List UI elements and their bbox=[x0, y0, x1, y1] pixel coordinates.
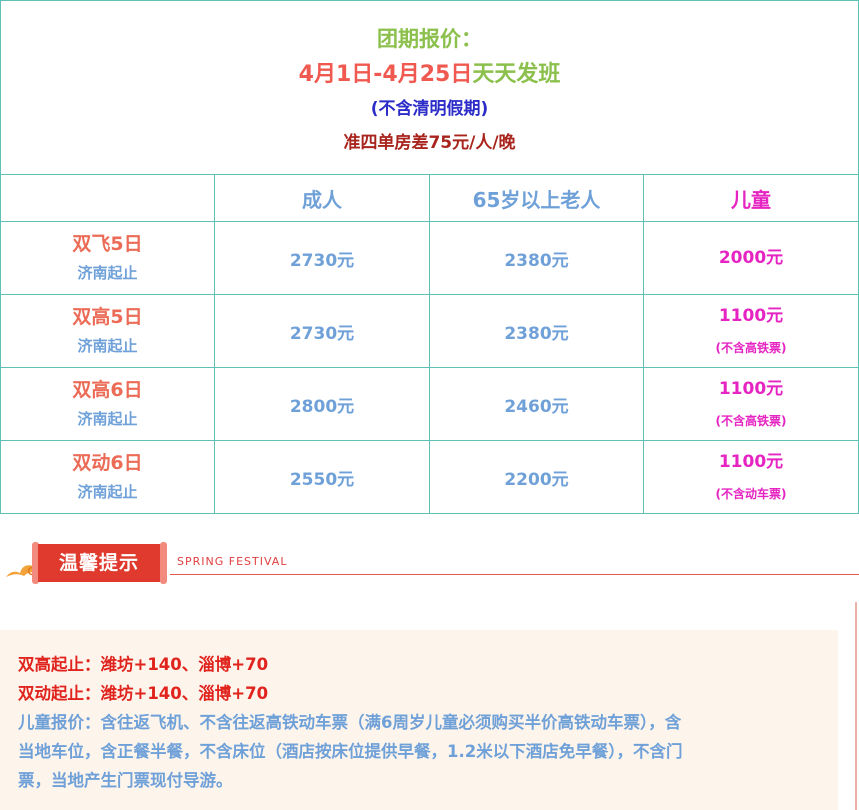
tips-header: 温馨提示 SPRING FESTIVAL bbox=[0, 535, 859, 590]
note-line: 双高起止：潍坊+140、淄博+70 bbox=[18, 655, 269, 674]
route-name: 双动6日 bbox=[72, 452, 143, 475]
price-child-cell: 1100元 (不含高铁票) bbox=[643, 367, 859, 441]
tips-divider bbox=[170, 574, 859, 575]
price-adult: 2730元 bbox=[214, 294, 430, 368]
route-name: 双飞5日 bbox=[72, 233, 143, 256]
note-line: 票，当地产生门票现付导游。 bbox=[18, 771, 233, 790]
table-row: 双高6日 济南起止 2800元 2460元 1100元 (不含高铁票) bbox=[0, 367, 859, 441]
price-adult: 2730元 bbox=[214, 221, 430, 295]
header-exclusion: (不含清明假期) bbox=[370, 98, 489, 119]
header-title: 团期报价： bbox=[377, 26, 482, 51]
note-line: 儿童报价：含往返飞机、不含往返高铁动车票（满6周岁儿童必须购买半价高铁动车票），… bbox=[18, 713, 682, 732]
column-header-blank bbox=[0, 174, 215, 222]
header-room-diff: 准四单房差75元/人/晚 bbox=[343, 132, 516, 153]
price-child-cell: 1100元 (不含动车票) bbox=[643, 440, 859, 514]
route-cell: 双飞5日 济南起止 bbox=[0, 221, 215, 295]
table-header-cell: 团期报价： 4月1日-4月25日天天发班 (不含清明假期) 准四单房差75元/人… bbox=[0, 0, 859, 175]
header-date-line: 4月1日-4月25日天天发班 bbox=[1, 61, 858, 87]
column-header-senior: 65岁以上老人 bbox=[429, 174, 644, 222]
tips-subtitle: SPRING FESTIVAL bbox=[177, 555, 288, 568]
header-date-range: 4月1日-4月25日 bbox=[298, 61, 473, 87]
route-from: 济南起止 bbox=[77, 409, 138, 428]
scroll-right-end bbox=[160, 542, 167, 584]
price-child: 2000元 bbox=[718, 247, 784, 268]
route-cell: 双高5日 济南起止 bbox=[0, 294, 215, 368]
price-adult: 2800元 bbox=[214, 367, 430, 441]
route-cell: 双动6日 济南起止 bbox=[0, 440, 215, 514]
price-child-note: (不含高铁票) bbox=[715, 340, 787, 355]
note-line: 双动起止：潍坊+140、淄博+70 bbox=[18, 684, 269, 703]
route-name: 双高6日 bbox=[72, 379, 143, 402]
price-senior: 2380元 bbox=[429, 294, 644, 368]
route-from: 济南起止 bbox=[77, 482, 138, 501]
table-row: 双飞5日 济南起止 2730元 2380元 2000元 bbox=[0, 221, 859, 295]
route-from: 济南起止 bbox=[77, 263, 138, 282]
price-table: 团期报价： 4月1日-4月25日天天发班 (不含清明假期) 准四单房差75元/人… bbox=[0, 0, 859, 514]
table-row: 双动6日 济南起止 2550元 2200元 1100元 (不含动车票) bbox=[0, 440, 859, 514]
price-senior: 2460元 bbox=[429, 367, 644, 441]
price-senior: 2200元 bbox=[429, 440, 644, 514]
price-child: 1100元 bbox=[718, 452, 784, 473]
right-edge-mark bbox=[855, 602, 857, 810]
price-child-note: (不含高铁票) bbox=[715, 413, 787, 428]
notes-panel: 双高起止：潍坊+140、淄博+70 双动起止：潍坊+140、淄博+70 儿童报价… bbox=[0, 630, 838, 810]
price-child-cell: 1100元 (不含高铁票) bbox=[643, 294, 859, 368]
route-name: 双高5日 bbox=[72, 306, 143, 329]
price-senior: 2380元 bbox=[429, 221, 644, 295]
header-daily: 天天发班 bbox=[472, 61, 561, 87]
column-header-child: 儿童 bbox=[643, 174, 859, 222]
column-header-adult: 成人 bbox=[214, 174, 430, 222]
route-from: 济南起止 bbox=[77, 336, 138, 355]
price-child-note: (不含动车票) bbox=[715, 486, 787, 501]
price-child: 1100元 bbox=[718, 379, 784, 400]
note-line: 当地车位，含正餐半餐，不含床位（酒店按床位提供早餐，1.2米以下酒店免早餐），不… bbox=[18, 742, 683, 761]
route-cell: 双高6日 济南起止 bbox=[0, 367, 215, 441]
price-child-cell: 2000元 bbox=[643, 221, 859, 295]
tips-badge: 温馨提示 bbox=[38, 544, 160, 582]
price-child: 1100元 bbox=[718, 306, 784, 327]
table-row: 双高5日 济南起止 2730元 2380元 1100元 (不含高铁票) bbox=[0, 294, 859, 368]
price-adult: 2550元 bbox=[214, 440, 430, 514]
